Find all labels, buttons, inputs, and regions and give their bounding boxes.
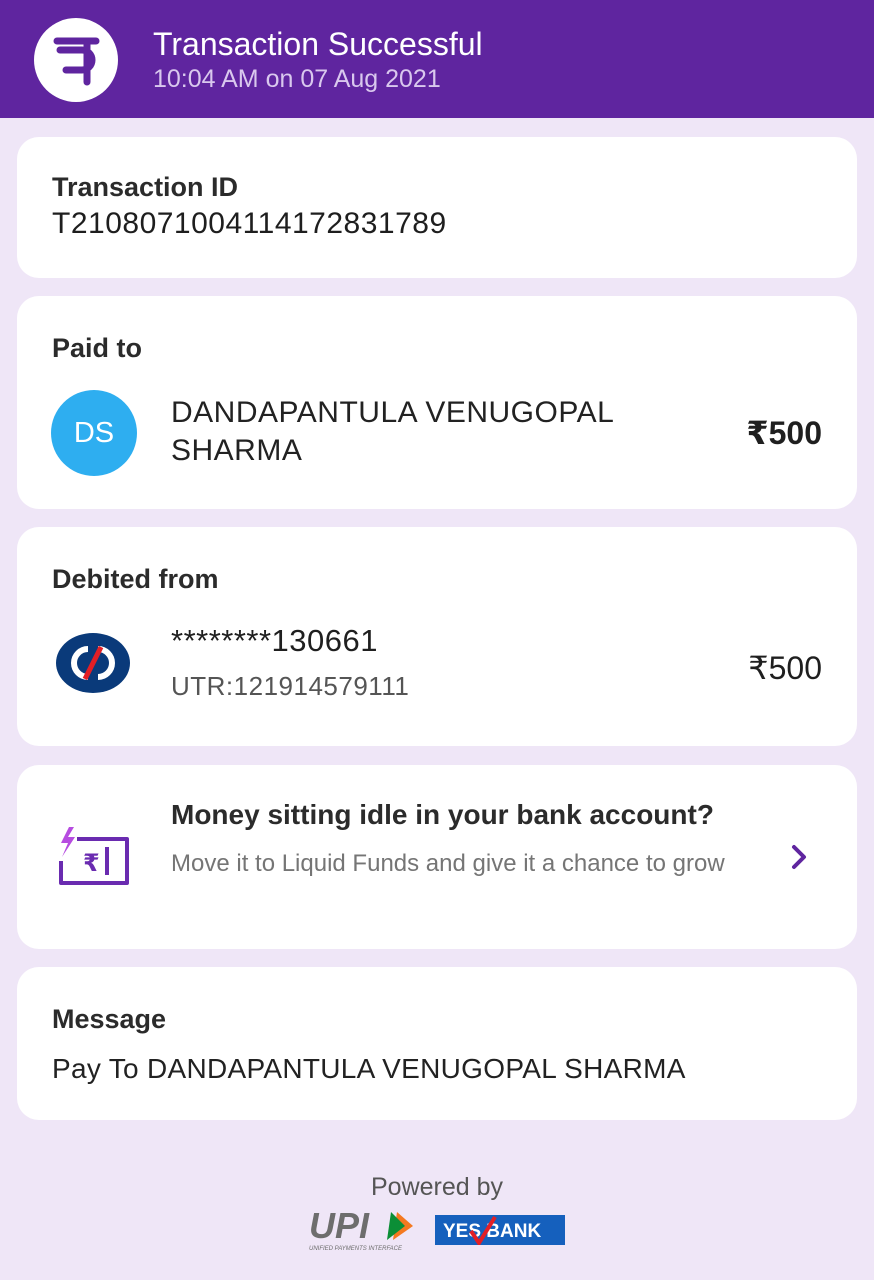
chevron-right-icon[interactable] [789,843,809,876]
transaction-timestamp: 10:04 AM on 07 Aug 2021 [153,65,441,93]
powered-by-label: Powered by [370,1173,504,1201]
message-text: Pay To DANDAPANTULA VENUGOPAL SHARMA [52,1053,686,1084]
transaction-id-label: Transaction ID [52,172,239,202]
transaction-id-card: Transaction ID T2108071004114172831789 [17,137,857,278]
yes-bank-logo: YES BANK [435,1215,565,1245]
partner-logos: UPI UNIFIED PAYMENTS INTERFACE YES BANK [305,1205,575,1254]
svg-text:₹: ₹ [83,849,100,877]
upi-logo: UPI UNIFIED PAYMENTS INTERFACE [305,1205,423,1254]
account-number: ********130661 [171,623,378,658]
kotak-bank-logo-icon [55,631,131,695]
utr-number: UTR:121914579111 [171,671,410,701]
debited-from-label: Debited from [52,564,219,594]
transaction-id-value[interactable]: T2108071004114172831789 [52,207,447,241]
promo-title: Money sitting idle in your bank account? [171,799,714,830]
debited-from-card[interactable]: Debited from ********130661 UTR:12191457… [17,527,857,746]
header-bar: Transaction Successful 10:04 AM on 07 Au… [0,0,874,118]
payee-name: DANDAPANTULA VENUGOPAL SHARMA [171,396,614,467]
liquid-funds-promo-card[interactable]: ₹ Money sitting idle in your bank accoun… [17,765,857,949]
debited-amount: ₹500 [748,650,822,686]
paid-to-card[interactable]: Paid to DS DANDAPANTULA VENUGOPAL SHARMA… [17,296,857,509]
page-title: Transaction Successful [153,26,483,62]
promo-description: Move it to Liquid Funds and give it a ch… [171,850,725,877]
upi-logo-text: UPI [309,1206,370,1246]
rupee-wallet-icon: ₹ [55,823,133,889]
phonepe-logo-icon [34,18,118,102]
message-card: Message Pay To DANDAPANTULA VENUGOPAL SH… [17,967,857,1120]
message-label: Message [52,1004,167,1034]
avatar: DS [51,390,137,476]
paid-amount: ₹500 [746,415,822,451]
paid-to-label: Paid to [52,333,143,363]
upi-tagline: UNIFIED PAYMENTS INTERFACE [309,1246,403,1252]
